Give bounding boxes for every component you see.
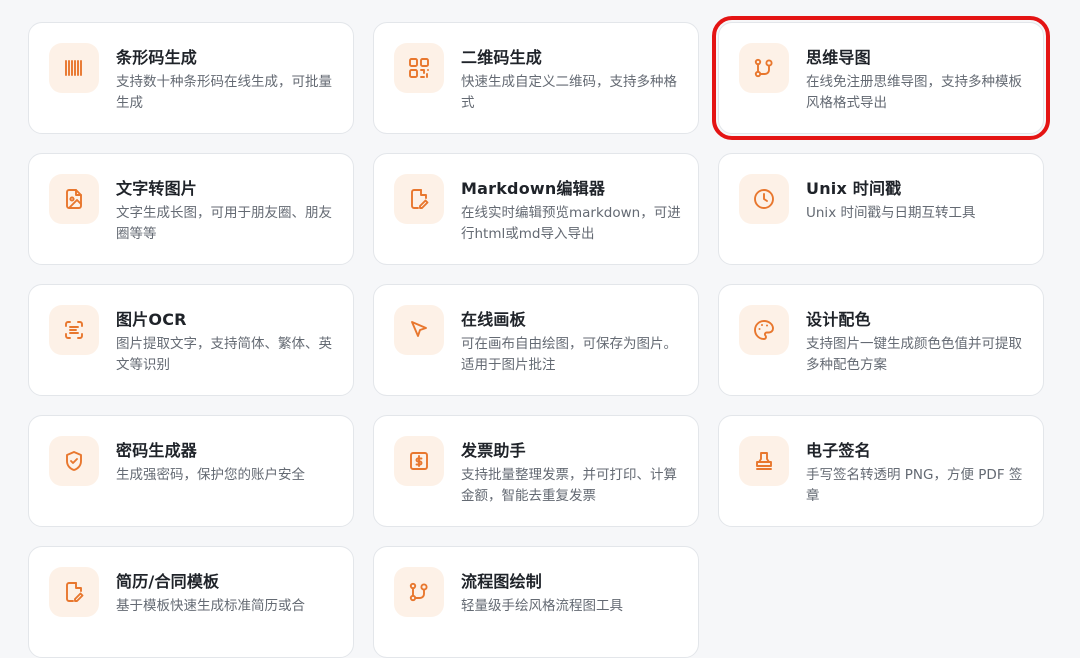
tool-card[interactable]: 图片OCR 图片提取文字，支持简体、繁体、英文等识别 [28,284,354,396]
tool-description: 文字生成长图，可用于朋友圈、朋友圈等等 [116,205,332,242]
tool-description: 在线实时编辑预览markdown，可进行html或md导入导出 [461,205,681,242]
tool-card[interactable]: 在线画板可在画布自由绘图，可保存为图片。适用于图片批注 [373,284,699,396]
scan-text-icon [62,318,86,342]
barcode-icon [62,56,86,80]
tool-card[interactable]: 电子签名手写签名转透明 PNG，方便 PDF 签章 [718,415,1044,527]
edit-file-icon [407,187,431,211]
tool-card[interactable]: 密码生成器生成强密码，保护您的账户安全 [28,415,354,527]
tool-description: 可在画布自由绘图，可保存为图片。适用于图片批注 [461,336,677,373]
tool-card[interactable]: 文字转图片文字生成长图，可用于朋友圈、朋友圈等等 [28,153,354,265]
pointer-icon [407,318,431,342]
tool-card[interactable]: 二维码生成快速生成自定义二维码，支持多种格式 [373,22,699,134]
tool-icon-box [49,174,99,224]
tool-icon-box [394,43,444,93]
tool-title: 设计配色 [806,310,871,329]
image-file-icon [62,187,86,211]
invoice-icon [407,449,431,473]
tool-description: Unix 时间戳与日期互转工具 [806,205,976,221]
tool-description: 基于模板快速生成标准简历或合 [116,598,305,614]
tool-description: 快速生成自定义二维码，支持多种格式 [461,74,677,111]
mindmap-icon [752,56,776,80]
tool-title: Markdown编辑器 [461,179,606,198]
tool-title: Unix 时间戳 [806,179,902,198]
tool-title: 发票助手 [461,441,526,460]
tool-icon-box [739,174,789,224]
tool-title: 文字转图片 [116,179,198,198]
tool-title: 简历/合同模板 [116,572,220,591]
tool-icon-box [49,43,99,93]
tool-title: 密码生成器 [116,441,198,460]
tool-card[interactable]: 简历/合同模板基于模板快速生成标准简历或合 [28,546,354,658]
tool-description: 支持图片一键生成颜色色值并可提取多种配色方案 [806,336,1022,373]
tool-title: 在线画板 [461,310,526,329]
tool-card[interactable]: 发票助手支持批量整理发票，并可打印、计算金额，智能去重复发票 [373,415,699,527]
tool-icon-box [739,436,789,486]
tool-icon-box [394,305,444,355]
edit-file-icon [62,580,86,604]
tool-title: 电子签名 [806,441,871,460]
tool-description: 图片提取文字，支持简体、繁体、英文等识别 [116,336,332,373]
tool-icon-box [49,305,99,355]
tool-title: 二维码生成 [461,48,543,67]
tool-card[interactable]: 流程图绘制轻量级手绘风格流程图工具 [373,546,699,658]
tool-card[interactable]: Unix 时间戳 Unix 时间戳与日期互转工具 [718,153,1044,265]
tool-icon-box [739,43,789,93]
tool-grid: 条形码生成 支持数十种条形码在线生成，可批量生成 二维码生成 快速生成自定义二维码，支… [0,0,1080,658]
shield-icon [62,449,86,473]
tool-icon-box [394,436,444,486]
palette-icon [752,318,776,342]
tool-icon-box [49,567,99,617]
tool-title: 图片OCR [116,310,187,329]
tool-card[interactable]: 设计配色支持图片一键生成颜色色值并可提取多种配色方案 [718,284,1044,396]
flowchart-icon [407,580,431,604]
tool-icon-box [394,174,444,224]
tool-card[interactable]: Markdown编辑器在线实时编辑预览markdown，可进行html或md导入… [373,153,699,265]
tool-title: 条形码生成 [116,48,198,67]
tool-icon-box [739,305,789,355]
tool-title: 流程图绘制 [461,572,543,591]
stamp-icon [752,449,776,473]
tool-title: 思维导图 [806,48,871,67]
tool-card[interactable]: 思维导图在线免注册思维导图，支持多种模板风格格式导出 [712,16,1050,140]
tool-description: 支持数十种条形码在线生成，可批量生成 [116,74,332,111]
tool-description: 在线免注册思维导图，支持多种模板风格格式导出 [806,74,1022,111]
tool-icon-box [49,436,99,486]
tool-description: 手写签名转透明 PNG，方便 PDF 签章 [806,467,1023,504]
tool-description: 支持批量整理发票，并可打印、计算金额，智能去重复发票 [461,467,677,504]
tool-card[interactable]: 条形码生成支持数十种条形码在线生成，可批量生成 [28,22,354,134]
clock-icon [752,187,776,211]
tool-description: 轻量级手绘风格流程图工具 [461,598,623,614]
tool-description: 生成强密码，保护您的账户安全 [116,467,305,483]
tool-icon-box [394,567,444,617]
qrcode-icon [407,56,431,80]
